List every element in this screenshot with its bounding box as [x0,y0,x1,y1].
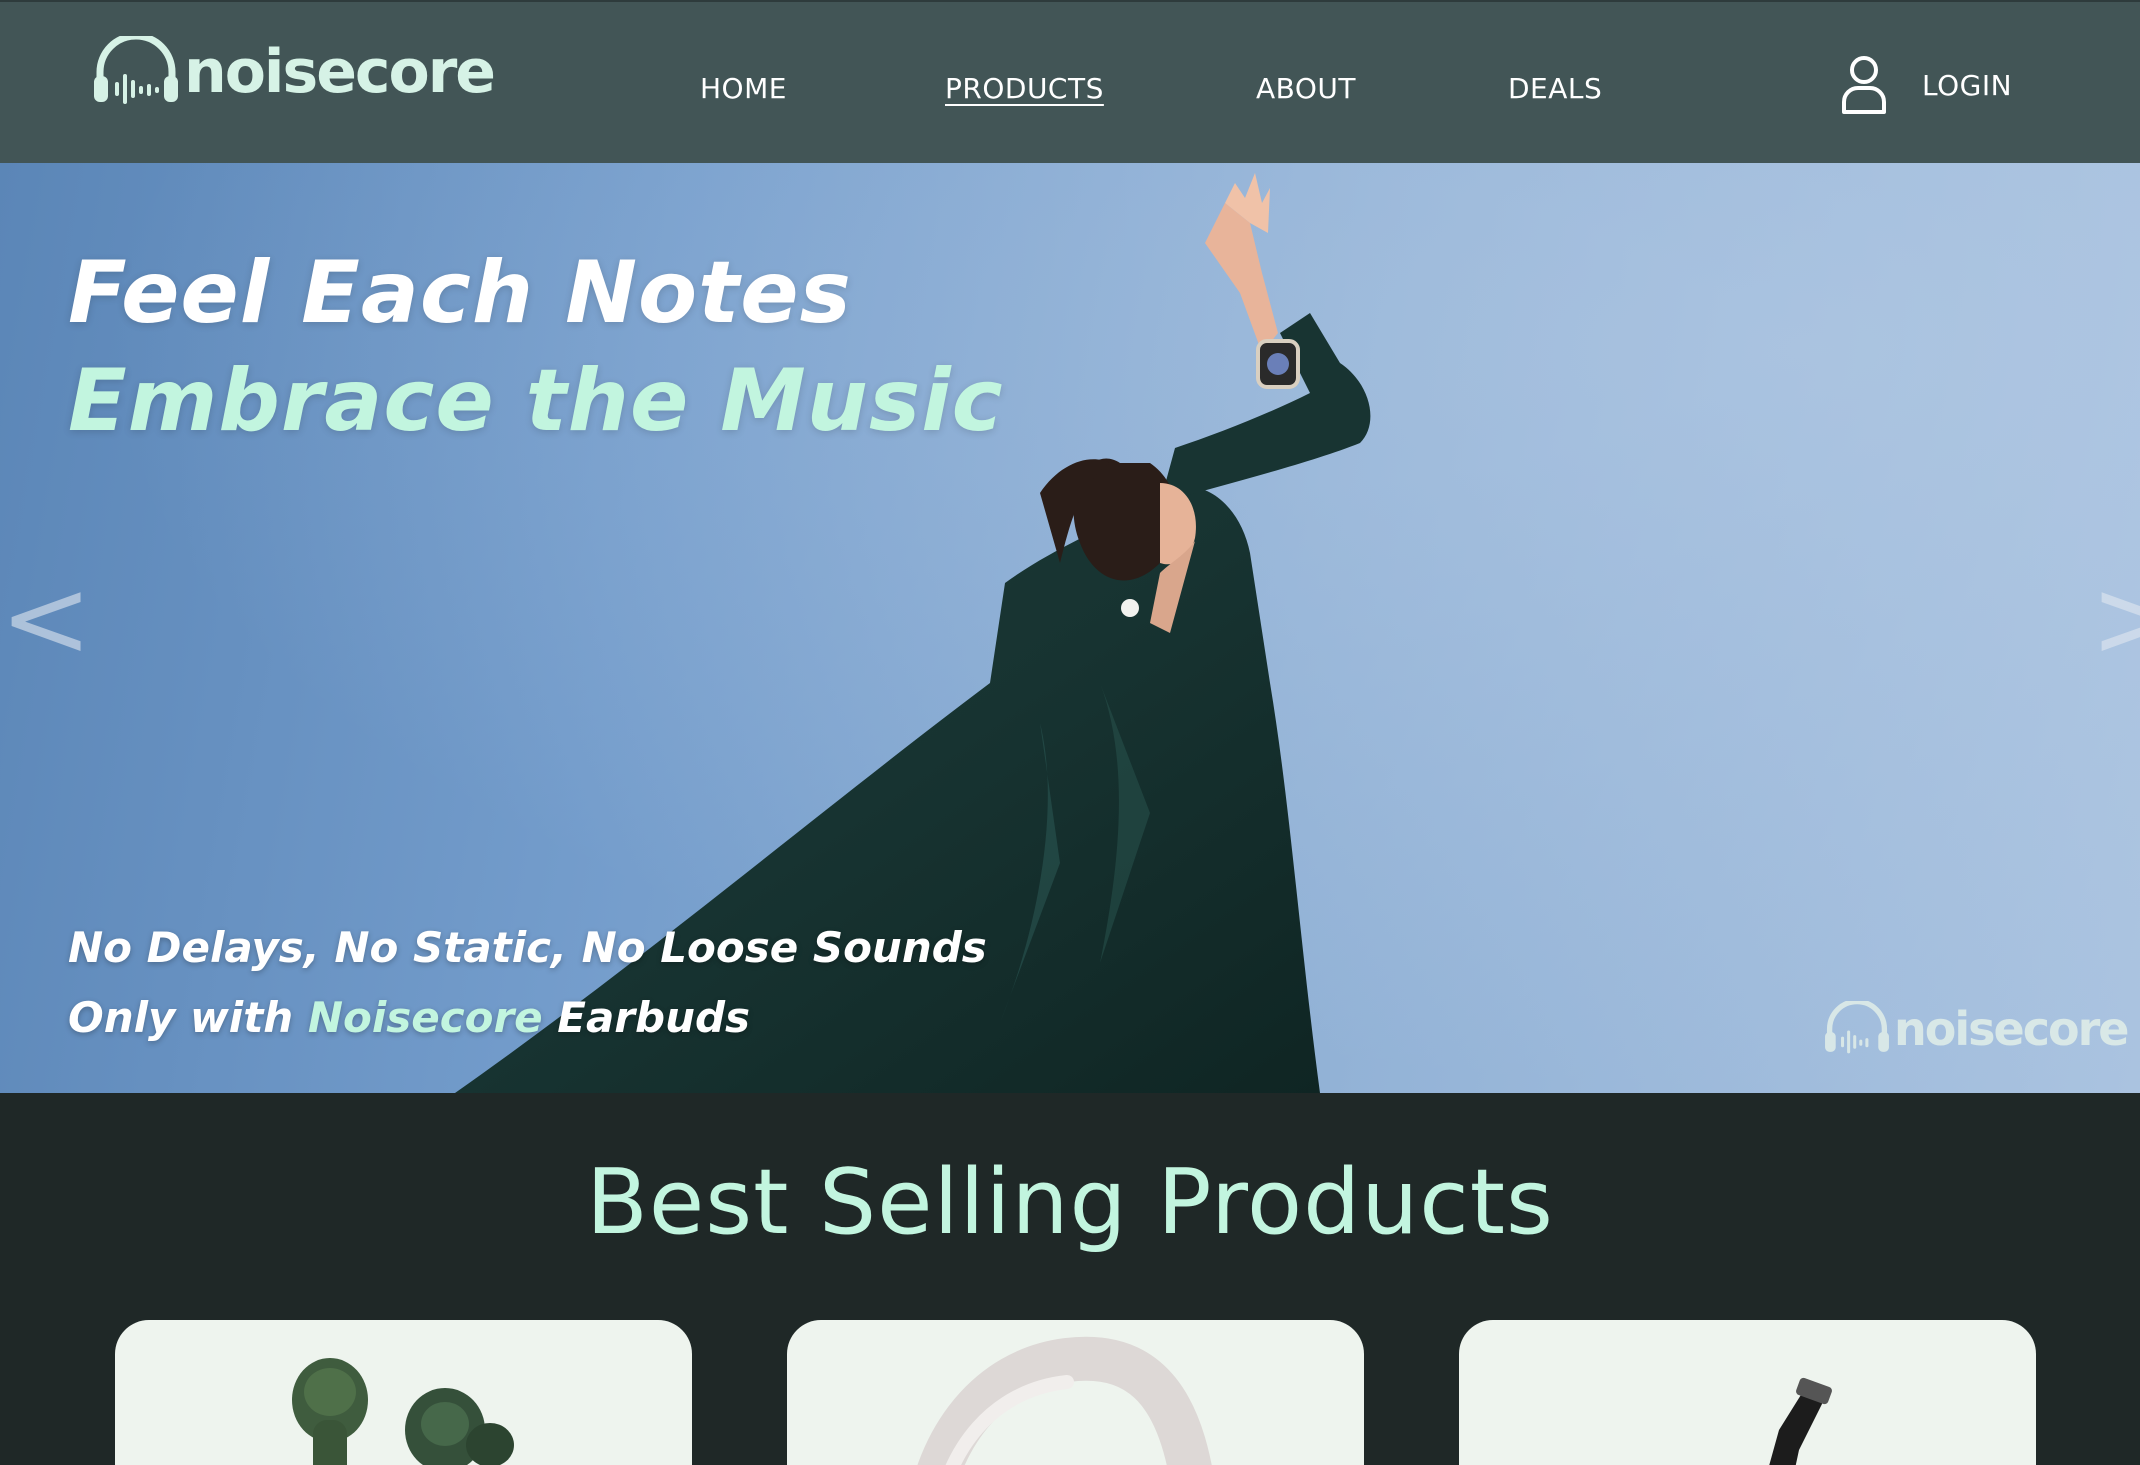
hero-headline-primary: Feel Each Notes [68,243,852,343]
tagline-prefix: Only with [68,993,308,1042]
hero-watermark-logo: noisecore [1822,1001,2129,1057]
hero-banner: Feel Each Notes Embrace the Music No Del… [0,163,2140,1093]
watermark-text: noisecore [1894,1002,2129,1056]
hero-tagline-line-2: Only with Noisecore Earbuds [68,993,750,1042]
white-headphones-image [917,1336,1212,1465]
brand-logo[interactable]: noisecore [90,36,496,108]
best-sellers-title: Best Selling Products [586,1150,1554,1255]
carousel-prev-button[interactable]: < [0,563,92,673]
brand-name: noisecore [184,37,496,107]
nav-deals[interactable]: DEALS [1508,72,1602,105]
login-button[interactable]: LOGIN [1840,54,2012,116]
green-earbuds-image [292,1358,514,1465]
nav-about[interactable]: ABOUT [1256,72,1356,105]
headphones-logo-icon [94,36,178,104]
nav-home[interactable]: HOME [700,72,787,105]
hero-headline-secondary: Embrace the Music [68,351,1004,451]
product-card-earbuds[interactable] [115,1320,692,1465]
tagline-brand: Noisecore [307,993,543,1042]
carousel-next-button[interactable]: > [2090,563,2140,673]
product-card-strap[interactable] [1459,1320,2036,1465]
hero-tagline-line-1: No Delays, No Static, No Loose Sounds [68,923,987,972]
user-icon [1842,56,1886,114]
black-strap-product-image [1769,1377,1832,1465]
nav-products[interactable]: PRODUCTS [945,72,1104,105]
product-card-headphones[interactable] [787,1320,1364,1465]
tagline-suffix: Earbuds [542,993,751,1042]
login-label: LOGIN [1922,68,2013,102]
headphones-logo-icon [1825,1001,1889,1054]
site-header: noisecore HOME PRODUCTS ABOUT DEALS LOGI… [0,0,2140,163]
